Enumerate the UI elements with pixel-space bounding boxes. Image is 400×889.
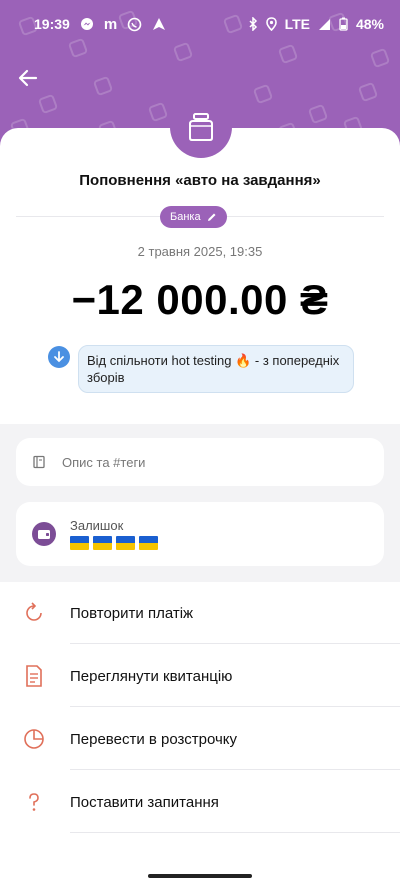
ask-question-action[interactable]: Поставити запитання (0, 771, 400, 833)
battery-icon (339, 17, 348, 31)
description-placeholder: Опис та #теги (62, 454, 146, 470)
question-icon (22, 790, 46, 814)
status-time: 19:39 (34, 16, 70, 32)
chip-label: Банка (170, 211, 201, 223)
location-icon (265, 17, 277, 31)
actions-list: Повторити платіж Переглянути квитанцію П… (0, 582, 400, 889)
action-label: Поставити запитання (70, 793, 219, 811)
wallet-icon (32, 522, 56, 546)
navigation-icon (152, 17, 166, 31)
description-field[interactable]: Опис та #теги (16, 438, 384, 486)
balance-card: Залишок (16, 502, 384, 566)
transaction-amount: −12 000.00 ₴ (71, 276, 329, 323)
action-label: Повторити платіж (70, 604, 194, 622)
action-divider (70, 706, 400, 707)
messenger-icon (80, 17, 94, 31)
action-label: Переглянути квитанцію (70, 667, 233, 685)
action-divider (70, 769, 400, 770)
installments-action[interactable]: Перевести в розстрочку (0, 708, 400, 770)
note-icon (33, 455, 45, 469)
balance-label: Залишок (70, 518, 124, 533)
ukraine-flag-icon (93, 536, 112, 550)
transaction-title: Поповнення «авто на завдання» (79, 172, 321, 189)
ukraine-flag-icon (116, 536, 135, 550)
comment-bubble: Від спільноти hot testing 🔥 - з попередн… (78, 345, 354, 393)
view-receipt-action[interactable]: Переглянути квитанцію (0, 645, 400, 707)
repeat-payment-action[interactable]: Повторити платіж (0, 582, 400, 644)
balance-hidden-value (70, 536, 158, 550)
bluetooth-icon (248, 17, 258, 31)
pie-chart-icon (22, 727, 46, 751)
whatsapp-icon (127, 17, 142, 32)
repeat-icon (22, 601, 46, 625)
action-label: Перевести в розстрочку (70, 730, 237, 748)
status-bar: 19:39 m LTE 48% (0, 0, 400, 48)
battery-level: 48% (355, 16, 384, 32)
arrow-down-icon (54, 351, 64, 363)
home-indicator[interactable] (148, 874, 252, 878)
network-type: LTE (284, 16, 310, 32)
action-divider (70, 643, 400, 644)
category-chip[interactable]: Банка (160, 206, 227, 228)
action-divider (70, 832, 400, 833)
signal-icon (318, 18, 331, 31)
receipt-icon (22, 664, 46, 688)
jar-icon (189, 113, 213, 141)
pencil-icon (207, 213, 216, 221)
arrow-left-icon (18, 69, 38, 87)
back-button[interactable] (14, 64, 42, 92)
transaction-date: 2 травня 2025, 19:35 (137, 244, 263, 259)
ukraine-flag-icon (70, 536, 89, 550)
comment-avatar (48, 346, 70, 368)
jar-avatar (170, 96, 232, 158)
m-app-icon: m (103, 15, 118, 33)
ukraine-flag-icon (139, 536, 158, 550)
